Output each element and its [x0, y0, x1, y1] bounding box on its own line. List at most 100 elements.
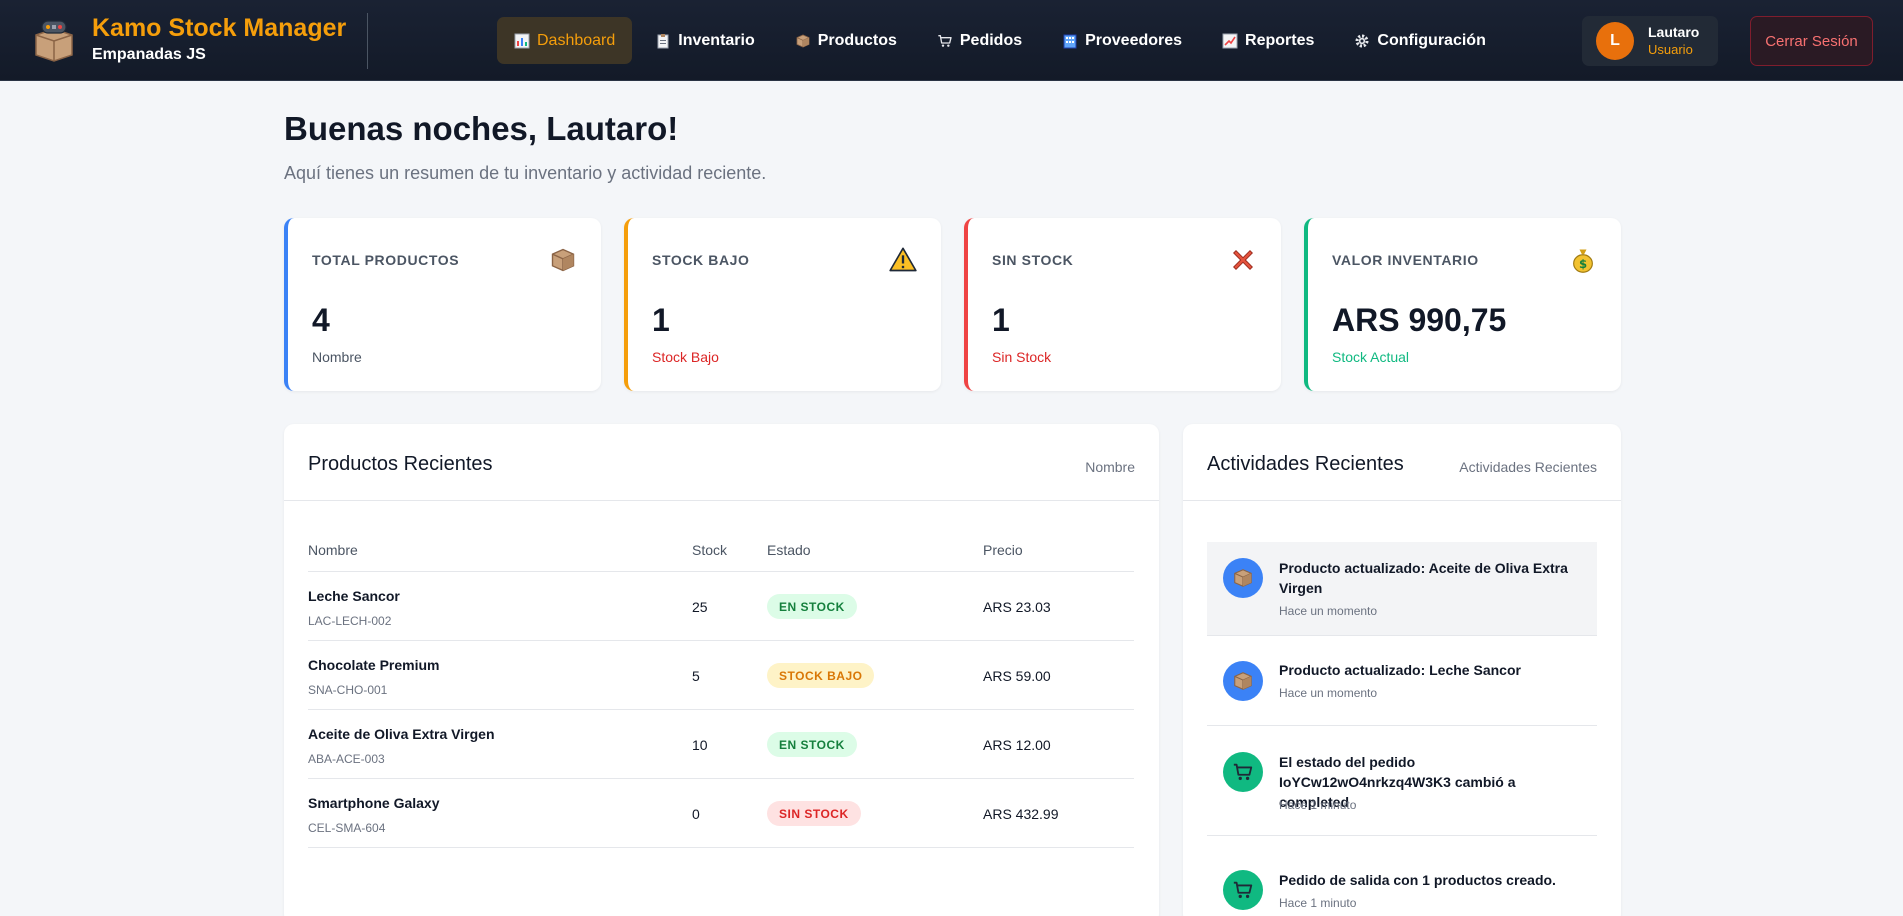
cart-icon [1223, 752, 1263, 792]
table-row[interactable]: Smartphone Galaxy CEL-SMA-604 0 SIN STOC… [308, 779, 1134, 848]
stat-label: VALOR INVENTARIO [1332, 252, 1479, 268]
nav-item-configuracion[interactable]: Configuración [1337, 17, 1502, 64]
nav-label-inventario: Inventario [678, 31, 755, 49]
brand-title: Kamo Stock Manager [92, 14, 347, 42]
product-stock: 0 [692, 806, 700, 822]
product-price: ARS 59.00 [983, 668, 1051, 684]
stat-label: SIN STOCK [992, 252, 1074, 268]
column-header[interactable]: Precio [983, 542, 1023, 558]
nav-item-proveedores[interactable]: Proveedores [1045, 17, 1199, 64]
nav-label-proveedores: Proveedores [1085, 31, 1183, 49]
clipboard-icon [655, 33, 671, 49]
warning-icon [889, 246, 917, 274]
activity-time: Hace un momento [1279, 686, 1378, 700]
nav-label-productos: Productos [817, 31, 897, 49]
package-icon [549, 246, 577, 274]
table-row[interactable]: Leche Sancor LAC-LECH-002 25 EN STOCK AR… [308, 572, 1134, 641]
status-badge: STOCK BAJO [767, 663, 875, 688]
package-icon [1223, 661, 1263, 701]
product-name: Aceite de Oliva Extra Virgen [308, 726, 495, 742]
brand-logo-icon [30, 15, 78, 63]
column-header[interactable]: Nombre [308, 542, 358, 558]
nav-label-dashboard: Dashboard [537, 31, 616, 49]
column-header[interactable]: Stock [692, 542, 727, 558]
user-name: Lautaro [1648, 24, 1700, 40]
activity-text: Pedido de salida con 1 productos creado. [1279, 872, 1556, 888]
product-name: Chocolate Premium [308, 657, 440, 673]
product-name: Leche Sancor [308, 588, 400, 604]
brand-divider [367, 13, 368, 69]
stat-card-valor-inventario: VALOR INVENTARIO ARS 990,75 Stock Actual [1304, 218, 1621, 391]
main-nav: Dashboard Inventario Productos Pedidos P… [497, 17, 1503, 64]
nav-label-configuracion: Configuración [1377, 31, 1486, 49]
product-sku: ABA-ACE-003 [308, 752, 385, 766]
activity-item[interactable]: Pedido de salida con 1 productos creado.… [1207, 836, 1597, 916]
panel-sort-link[interactable]: Nombre [1085, 459, 1135, 475]
page-subtitle: Aquí tienes un resumen de tu inventario … [284, 163, 767, 183]
product-stock: 25 [692, 599, 708, 615]
stat-foot: Sin Stock [992, 349, 1052, 365]
product-sku: SNA-CHO-001 [308, 683, 388, 697]
product-sku: CEL-SMA-604 [308, 821, 386, 835]
package-icon [795, 33, 811, 49]
panel-view-link[interactable]: Actividades Recientes [1459, 459, 1597, 475]
gear-icon [1354, 33, 1370, 49]
stat-value: 4 [312, 302, 330, 338]
logout-button[interactable]: Cerrar Sesión [1750, 16, 1873, 66]
product-name: Smartphone Galaxy [308, 795, 440, 811]
user-role: Usuario [1648, 42, 1693, 57]
product-price: ARS 12.00 [983, 737, 1051, 753]
stat-label: TOTAL PRODUCTOS [312, 252, 460, 268]
nav-item-pedidos[interactable]: Pedidos [920, 17, 1039, 64]
recent-activities-panel: Actividades Recientes Actividades Recien… [1183, 424, 1621, 916]
activity-item[interactable]: Producto actualizado: Leche Sancor Hace … [1207, 636, 1597, 726]
column-header[interactable]: Estado [767, 542, 811, 558]
activity-time: Hace 1 minuto [1279, 896, 1357, 910]
stat-foot: Stock Actual [1332, 349, 1410, 365]
activity-text: Producto actualizado: Leche Sancor [1279, 662, 1521, 678]
stat-card-sin-stock: SIN STOCK 1 Sin Stock [964, 218, 1281, 391]
stat-value: ARS 990,75 [1332, 302, 1507, 338]
activity-item[interactable]: Producto actualizado: Aceite de Oliva Ex… [1207, 542, 1597, 636]
package-icon [1223, 558, 1263, 598]
stat-label: STOCK BAJO [652, 252, 750, 268]
product-stock: 5 [692, 668, 700, 684]
nav-item-dashboard[interactable]: Dashboard [497, 17, 633, 64]
money-bag-icon [1569, 246, 1597, 274]
brand[interactable]: Kamo Stock Manager Empanadas JS [30, 14, 346, 64]
activity-item[interactable]: El estado del pedido IoYCw12wO4nrkzq4W3K… [1207, 726, 1597, 836]
stat-card-stock-bajo: STOCK BAJO 1 Stock Bajo [624, 218, 941, 391]
bar-chart-icon [514, 33, 530, 49]
status-badge: EN STOCK [767, 594, 857, 619]
recent-products-panel: Productos Recientes Nombre Nombre Stock … [284, 424, 1159, 916]
cart-icon [937, 33, 953, 49]
nav-item-inventario[interactable]: Inventario [638, 17, 771, 64]
brand-subtitle: Empanadas JS [92, 46, 206, 63]
stat-foot: Nombre [312, 349, 362, 365]
nav-item-productos[interactable]: Productos [778, 17, 914, 64]
nav-label-reportes: Reportes [1245, 31, 1315, 49]
nav-label-pedidos: Pedidos [959, 31, 1023, 49]
user-menu[interactable]: L Lautaro Usuario [1582, 16, 1718, 66]
table-row[interactable]: Chocolate Premium SNA-CHO-001 5 STOCK BA… [308, 641, 1134, 710]
building-icon [1062, 33, 1078, 49]
status-badge: EN STOCK [767, 732, 857, 757]
activity-text: Producto actualizado: Aceite de Oliva Ex… [1279, 560, 1568, 596]
nav-item-reportes[interactable]: Reportes [1205, 17, 1331, 64]
table-row[interactable]: Aceite de Oliva Extra Virgen ABA-ACE-003… [308, 710, 1134, 779]
top-navbar: Kamo Stock Manager Empanadas JS Dashboar… [0, 0, 1903, 81]
cart-icon [1223, 870, 1263, 910]
stat-card-total-productos: TOTAL PRODUCTOS 4 Nombre [284, 218, 601, 391]
page-title: Buenas noches, Lautaro! [284, 110, 679, 147]
product-sku: LAC-LECH-002 [308, 614, 392, 628]
stat-value: 1 [652, 302, 670, 338]
stat-value: 1 [992, 302, 1010, 338]
status-badge: SIN STOCK [767, 801, 861, 826]
trend-chart-icon [1222, 33, 1238, 49]
activity-time: Hace un momento [1279, 604, 1378, 618]
stat-foot: Stock Bajo [652, 349, 719, 365]
activity-time: Hace 1 minuto [1279, 798, 1357, 812]
product-price: ARS 23.03 [983, 599, 1051, 615]
avatar: L [1596, 22, 1634, 60]
cross-icon [1229, 246, 1257, 274]
